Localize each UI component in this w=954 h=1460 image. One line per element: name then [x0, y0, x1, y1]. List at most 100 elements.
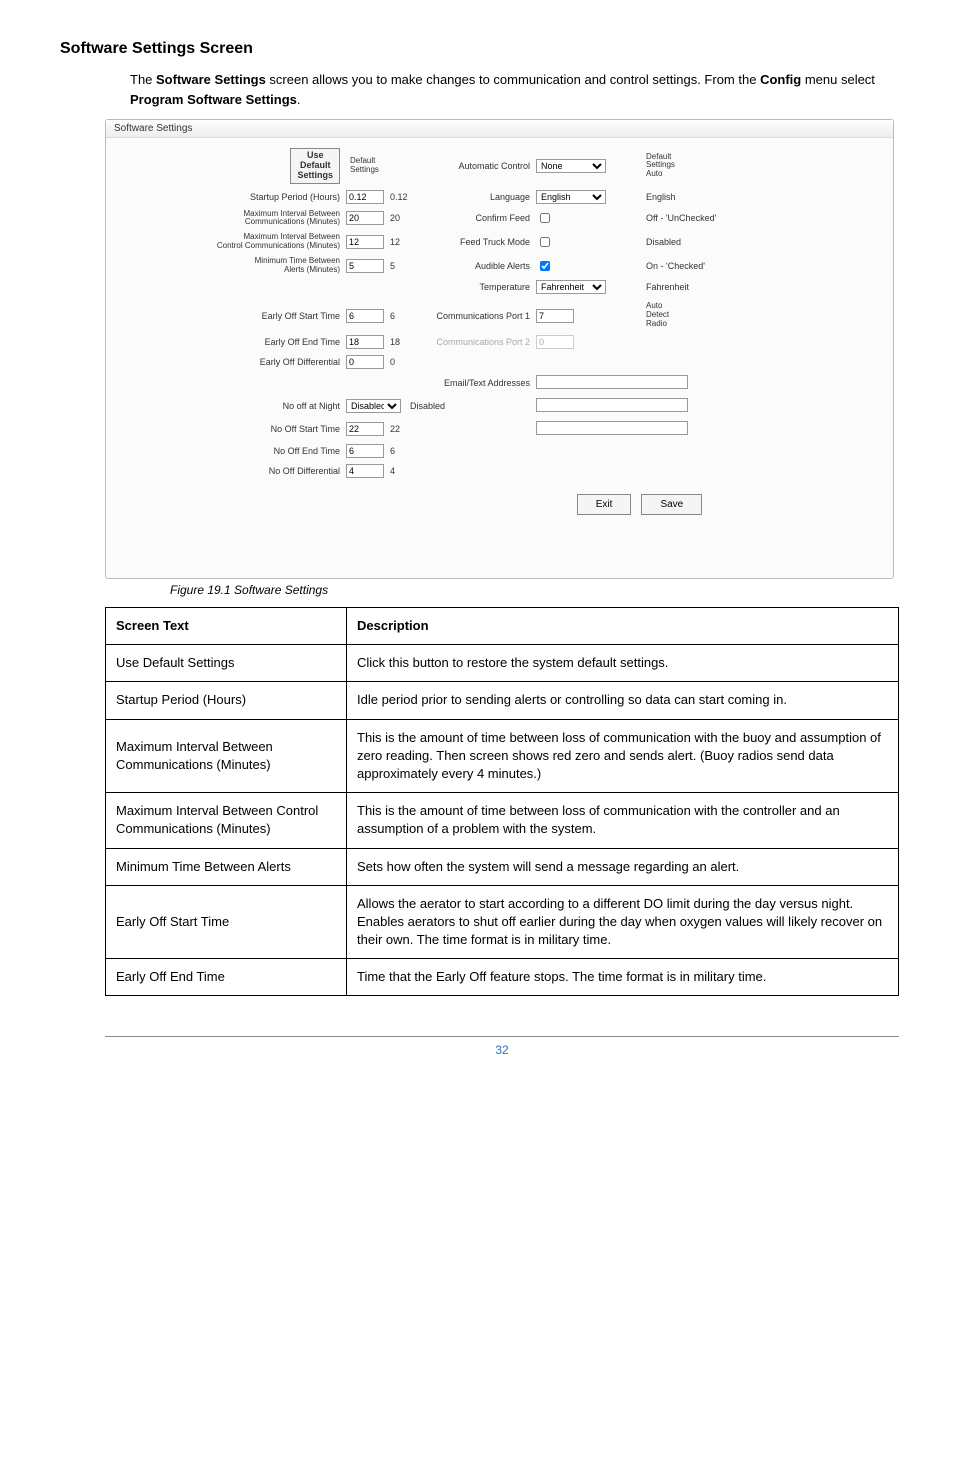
table-cell: Idle period prior to sending alerts or c…: [347, 682, 899, 719]
automatic-control-label: Automatic Control: [410, 161, 536, 171]
table-cell: Early Off End Time: [106, 959, 347, 996]
early-off-end-label: Early Off End Time: [120, 337, 346, 347]
intro-bold-3: Program Software Settings: [130, 92, 297, 107]
table-cell: Early Off Start Time: [106, 885, 347, 959]
confirm-feed-checkbox[interactable]: [540, 213, 550, 223]
email-input-2[interactable]: [536, 398, 688, 412]
temperature-default: Fahrenheit: [636, 282, 689, 292]
table-cell: Maximum Interval Between Communications …: [106, 719, 347, 793]
no-off-diff-input[interactable]: [346, 464, 384, 478]
software-settings-dialog: Software Settings UseDefaultSettings Def…: [105, 119, 894, 579]
startup-period-input[interactable]: [346, 190, 384, 204]
table-row: Use Default SettingsClick this button to…: [106, 645, 899, 682]
audible-alerts-label: Audible Alerts: [410, 261, 536, 271]
table-cell: Allows the aerator to start according to…: [347, 885, 899, 959]
max-ctrl-interval-label: Maximum Interval BetweenControl Communic…: [120, 233, 346, 251]
page-number: 32: [105, 1036, 899, 1057]
intro-bold-1: Software Settings: [156, 72, 266, 87]
min-alert-input[interactable]: [346, 259, 384, 273]
port1-note: AutoDetectRadio: [636, 302, 669, 328]
early-off-diff-label: Early Off Differential: [120, 357, 346, 367]
intro-text: The: [130, 72, 156, 87]
table-row: Minimum Time Between AlertsSets how ofte…: [106, 848, 899, 885]
no-off-diff-label: No Off Differential: [120, 466, 346, 476]
feed-truck-checkbox[interactable]: [540, 237, 550, 247]
early-diff-default: 0: [386, 357, 410, 367]
language-select[interactable]: English: [536, 190, 606, 204]
no-off-night-label: No off at Night: [120, 401, 346, 411]
startup-period-label: Startup Period (Hours): [120, 192, 346, 202]
early-off-end-input[interactable]: [346, 335, 384, 349]
no-off-night-select[interactable]: Disabled: [346, 399, 401, 413]
email-addresses-label: Email/Text Addresses: [410, 378, 536, 388]
comm-port-1-input[interactable]: [536, 309, 574, 323]
email-input-3[interactable]: [536, 421, 688, 435]
early-off-start-label: Early Off Start Time: [120, 311, 346, 321]
intro-bold-2: Config: [760, 72, 801, 87]
intro-text: .: [297, 92, 301, 107]
default-settings-header-2: DefaultSettingsAuto: [636, 153, 675, 179]
comm-port-2-label: Communications Port 2: [410, 337, 536, 347]
figure-caption: Figure 19.1 Software Settings: [170, 583, 894, 597]
comm-port-2-input: [536, 335, 574, 349]
feed-truck-default: Disabled: [636, 237, 681, 247]
max-ctrl-default: 12: [386, 237, 410, 247]
early-end-default: 18: [386, 337, 410, 347]
table-header-2: Description: [347, 608, 899, 645]
max-interval-input[interactable]: [346, 211, 384, 225]
intro-paragraph: The Software Settings screen allows you …: [130, 70, 894, 109]
early-off-diff-input[interactable]: [346, 355, 384, 369]
confirm-feed-label: Confirm Feed: [410, 213, 536, 223]
max-interval-default: 20: [386, 213, 410, 223]
no-off-night-default: Disabled: [406, 401, 450, 411]
temperature-select[interactable]: Fahrenheit: [536, 280, 606, 294]
table-cell: Click this button to restore the system …: [347, 645, 899, 682]
table-cell: Use Default Settings: [106, 645, 347, 682]
min-alert-label: Minimum Time BetweenAlerts (Minutes): [120, 257, 346, 275]
table-cell: Minimum Time Between Alerts: [106, 848, 347, 885]
table-header-1: Screen Text: [106, 608, 347, 645]
temperature-label: Temperature: [410, 282, 536, 292]
table-row: Maximum Interval Between Communications …: [106, 719, 899, 793]
intro-text: menu select: [801, 72, 875, 87]
default-settings-header: DefaultSettings: [346, 157, 410, 175]
language-label: Language: [410, 192, 536, 202]
table-cell: This is the amount of time between loss …: [347, 793, 899, 848]
table-cell: Time that the Early Off feature stops. T…: [347, 959, 899, 996]
description-table: Screen Text Description Use Default Sett…: [105, 607, 899, 996]
table-row: Maximum Interval Between Control Communi…: [106, 793, 899, 848]
dialog-title: Software Settings: [106, 120, 893, 138]
table-cell: Sets how often the system will send a me…: [347, 848, 899, 885]
table-row: Early Off End TimeTime that the Early Of…: [106, 959, 899, 996]
no-off-end-input[interactable]: [346, 444, 384, 458]
comm-port-1-label: Communications Port 1: [410, 311, 536, 321]
confirm-feed-default: Off - 'UnChecked': [636, 213, 716, 223]
max-interval-label: Maximum Interval BetweenCommunications (…: [120, 210, 346, 228]
save-button[interactable]: Save: [641, 494, 702, 515]
early-off-start-input[interactable]: [346, 309, 384, 323]
table-cell: Startup Period (Hours): [106, 682, 347, 719]
no-off-start-default: 22: [386, 424, 410, 434]
intro-text: screen allows you to make changes to com…: [266, 72, 760, 87]
startup-default: 0.12: [386, 192, 410, 202]
audible-default: On - 'Checked': [636, 261, 705, 271]
feed-truck-label: Feed Truck Mode: [410, 237, 536, 247]
page-heading: Software Settings Screen: [60, 40, 894, 58]
use-default-settings-button[interactable]: UseDefaultSettings: [290, 148, 340, 184]
no-off-end-default: 6: [386, 446, 410, 456]
language-default: English: [636, 192, 676, 202]
audible-alerts-checkbox[interactable]: [540, 261, 550, 271]
table-row: Early Off Start TimeAllows the aerator t…: [106, 885, 899, 959]
table-cell: This is the amount of time between loss …: [347, 719, 899, 793]
no-off-start-input[interactable]: [346, 422, 384, 436]
no-off-end-label: No Off End Time: [120, 446, 346, 456]
max-ctrl-interval-input[interactable]: [346, 235, 384, 249]
no-off-diff-default: 4: [386, 466, 410, 476]
table-row: Startup Period (Hours)Idle period prior …: [106, 682, 899, 719]
table-cell: Maximum Interval Between Control Communi…: [106, 793, 347, 848]
exit-button[interactable]: Exit: [577, 494, 632, 515]
automatic-control-select[interactable]: None: [536, 159, 606, 173]
min-alert-default: 5: [386, 261, 410, 271]
early-start-default: 6: [386, 311, 410, 321]
email-input-1[interactable]: [536, 375, 688, 389]
